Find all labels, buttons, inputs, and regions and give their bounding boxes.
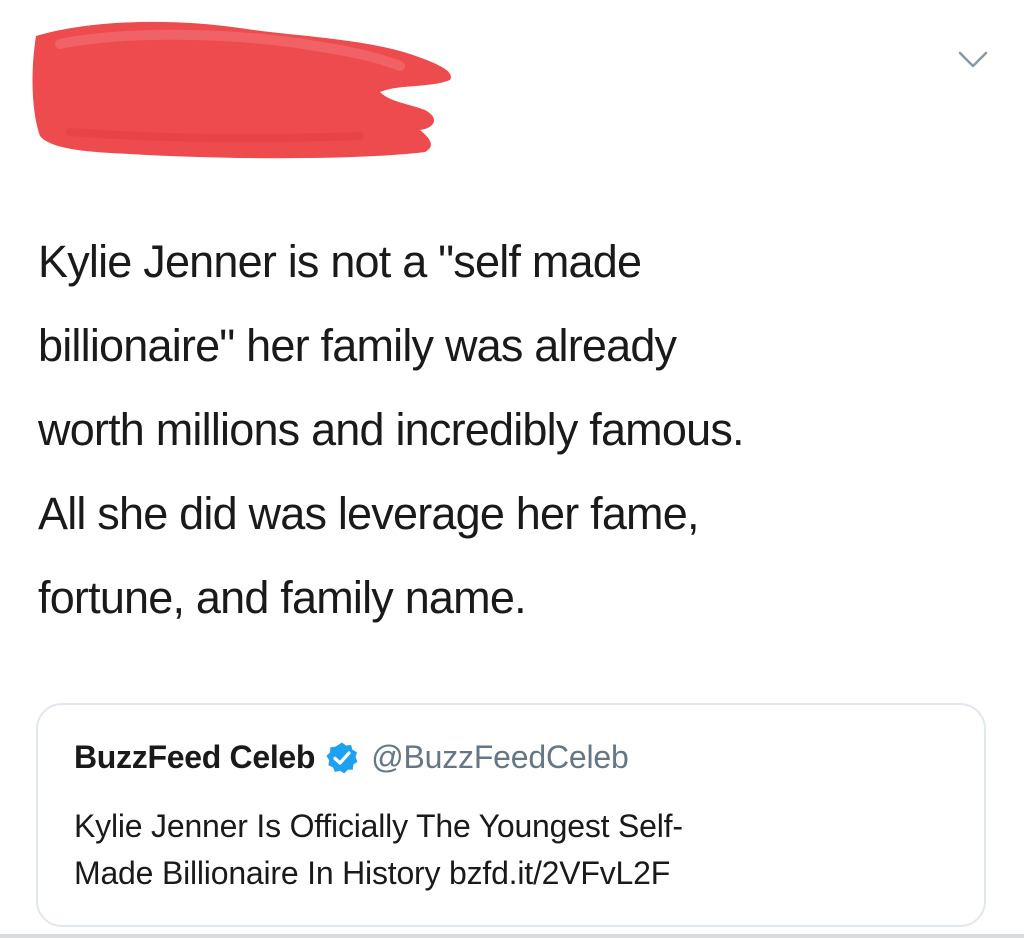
- redacted-author-area: [32, 21, 451, 159]
- chevron-down-icon[interactable]: [956, 46, 990, 72]
- tweet: Kylie Jenner is not a "self made billion…: [0, 0, 1024, 938]
- quoted-tweet-card[interactable]: BuzzFeed Celeb @BuzzFeedCeleb Kylie Jenn…: [36, 703, 986, 927]
- quoted-tweet-text: Kylie Jenner Is Officially The Youngest …: [74, 808, 683, 891]
- quoted-tweet-header: BuzzFeed Celeb @BuzzFeedCeleb: [74, 739, 629, 776]
- tweet-text: Kylie Jenner is not a "self made billion…: [38, 236, 745, 623]
- divider: [0, 934, 1024, 938]
- quoted-author-handle[interactable]: @BuzzFeedCeleb: [371, 739, 629, 776]
- verified-badge-icon: [326, 742, 358, 773]
- quoted-author-name[interactable]: BuzzFeed Celeb: [74, 739, 315, 776]
